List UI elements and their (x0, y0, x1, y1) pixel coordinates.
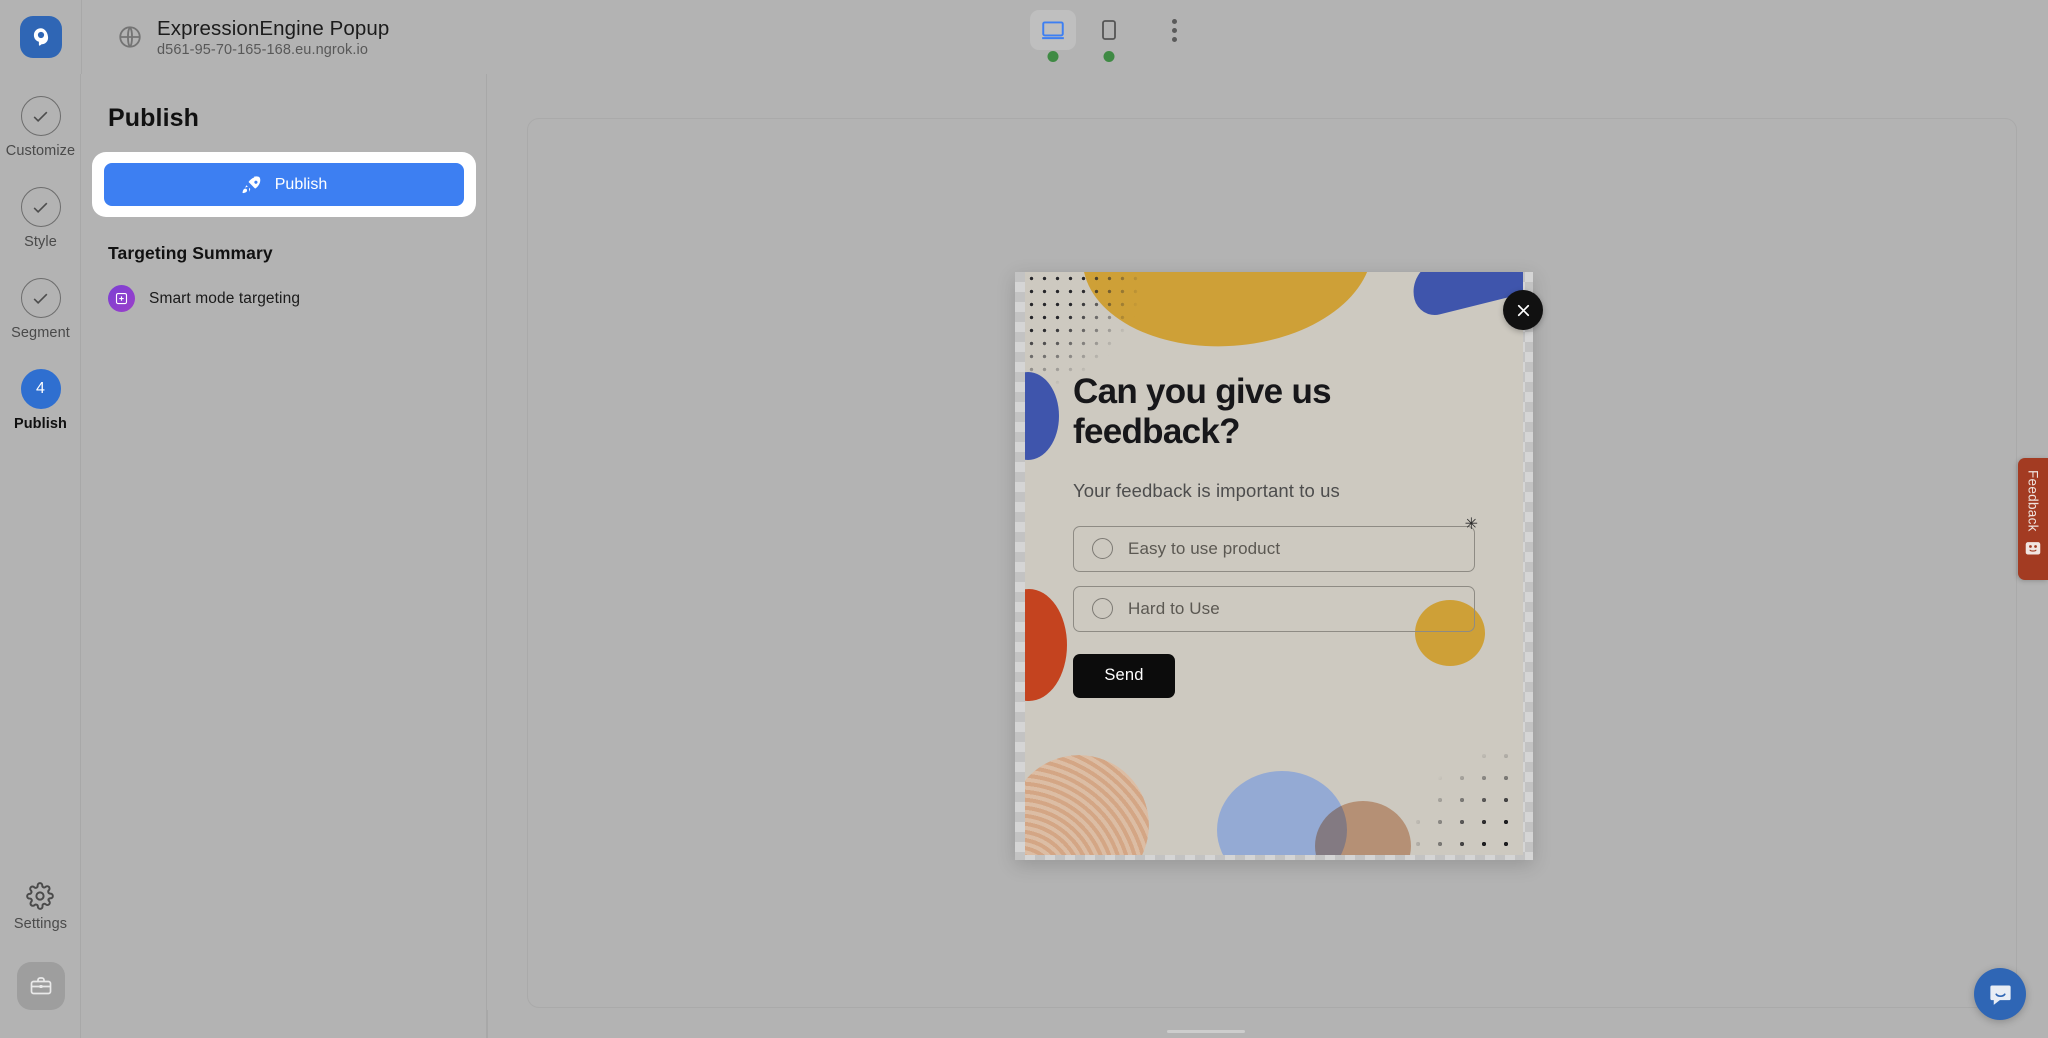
step-label: Style (24, 234, 57, 250)
cursor-marker: ✳ (1464, 515, 1478, 533)
popup-heading: Can you give us feedback? (1073, 372, 1332, 451)
site-url: d561-95-70-165-168.eu.ngrok.io (157, 41, 368, 58)
popup-content: Can you give us feedback? Your feedback … (1025, 272, 1523, 855)
check-circle-icon (20, 96, 61, 136)
mobile-status-dot (1103, 51, 1115, 62)
site-info: ExpressionEngine Popup d561-95-70-165-16… (117, 17, 389, 58)
brand-slot (0, 0, 81, 74)
bottom-divider (487, 1010, 488, 1038)
mobile-icon (1102, 20, 1116, 40)
briefcase-icon[interactable] (16, 962, 65, 1010)
chat-bubble-icon (1989, 985, 2011, 1005)
app-root: ExpressionEngine Popup d561-95-70-165-16… (0, 0, 2048, 1038)
sidebar-step-style[interactable]: Style (0, 187, 81, 250)
kebab-menu-icon[interactable] (1156, 10, 1192, 50)
rocket-icon (242, 176, 261, 194)
horizontal-scrollbar[interactable] (527, 1028, 2017, 1038)
sidebar-step-customize[interactable]: Customize (0, 96, 81, 159)
chat-launcher-button[interactable] (1974, 968, 2026, 1020)
desktop-icon (1042, 21, 1064, 40)
step-label: Segment (11, 325, 70, 341)
device-toolbar (1030, 10, 1192, 62)
site-text: ExpressionEngine Popup d561-95-70-165-16… (157, 17, 389, 58)
rail-bottom: Settings (0, 882, 81, 1038)
targeting-item-label: Smart mode targeting (149, 289, 301, 307)
top-bar: ExpressionEngine Popup d561-95-70-165-16… (0, 0, 2048, 74)
panel-title: Publish (108, 104, 199, 132)
feedback-tab-label: Feedback (2025, 470, 2041, 532)
scrollbar-thumb[interactable] (1167, 1030, 1245, 1033)
step-number-badge: 4 (20, 369, 61, 409)
send-button[interactable]: Send (1073, 653, 1175, 698)
desktop-view-button[interactable] (1030, 10, 1076, 62)
popup-body: Can you give us feedback? Your feedback … (1025, 272, 1523, 855)
popup-subheading: Your feedback is important to us (1073, 479, 1340, 501)
popupsmart-logo-icon[interactable] (19, 16, 62, 58)
popup-options: Easy to use product ✳ Hard to Use (1073, 516, 1478, 632)
publish-panel: Publish Publish Targeting Summary Smart … (82, 74, 487, 1038)
step-label: Customize (5, 143, 76, 159)
radio-icon[interactable] (1092, 598, 1113, 620)
mobile-view-button[interactable] (1086, 10, 1132, 62)
desktop-status-dot (1047, 51, 1059, 62)
gear-icon (26, 882, 55, 910)
option-easy-to-use-product[interactable]: Easy to use product ✳ (1073, 516, 1478, 572)
check-circle-icon (20, 187, 61, 227)
publish-button-highlight: Publish (92, 152, 476, 217)
settings-label: Settings (13, 916, 68, 932)
radio-icon[interactable] (1092, 538, 1113, 560)
smiley-face-icon (2025, 541, 2041, 555)
check-circle-icon (20, 278, 61, 318)
feedback-tab[interactable]: Feedback (2018, 458, 2048, 580)
option-label: Hard to Use (1128, 598, 1220, 618)
page-title: ExpressionEngine Popup (157, 16, 390, 40)
topbar-divider (81, 0, 82, 74)
close-icon[interactable] (1503, 290, 1543, 330)
target-crosshair-icon (108, 285, 135, 312)
sidebar-item-settings[interactable]: Settings (14, 882, 67, 932)
step-rail: Customize Style Segment 4 Publish Settin… (0, 74, 81, 1038)
targeting-summary-title: Targeting Summary (108, 243, 273, 263)
publish-button-label: Publish (274, 175, 328, 193)
publish-button[interactable]: Publish (104, 163, 464, 206)
option-label: Easy to use product (1128, 538, 1281, 558)
step-label: Publish (13, 416, 68, 432)
sidebar-step-segment[interactable]: Segment (0, 278, 81, 341)
briefcase-glyph (30, 977, 51, 995)
sidebar-step-publish[interactable]: 4 Publish (0, 369, 81, 432)
option-hard-to-use[interactable]: Hard to Use (1073, 585, 1475, 632)
popup-preview: Can you give us feedback? Your feedback … (1015, 272, 1543, 860)
globe-icon (119, 26, 141, 48)
close-glyph (1517, 304, 1529, 316)
targeting-item-smart-mode[interactable]: Smart mode targeting (82, 285, 486, 312)
